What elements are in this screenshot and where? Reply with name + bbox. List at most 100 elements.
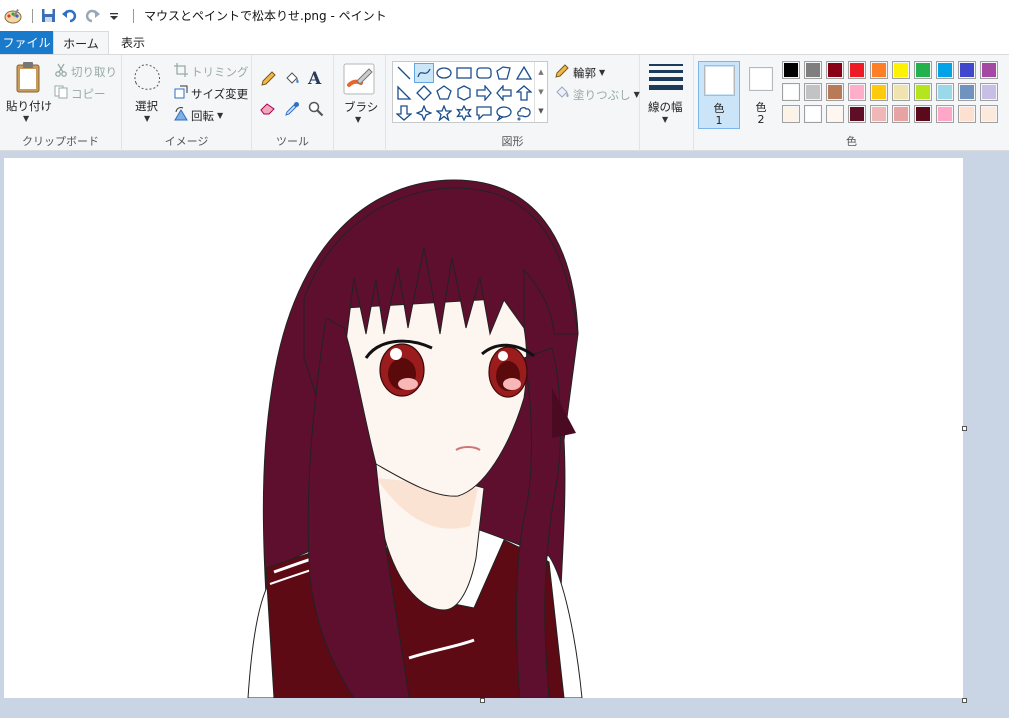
resize-button[interactable]: サイズ変更 (174, 85, 248, 102)
palette-swatch[interactable] (914, 105, 932, 123)
cut-button[interactable]: 切り取り (54, 63, 117, 80)
palette-swatch[interactable] (980, 105, 998, 123)
resize-label: サイズ変更 (191, 86, 249, 101)
paste-label[interactable]: 貼り付け (6, 98, 52, 114)
oval-shape[interactable] (434, 63, 454, 83)
line-width-dropdown-arrow[interactable]: ▼ (662, 115, 668, 124)
save-icon[interactable] (39, 7, 57, 25)
tab-file[interactable]: ファイル (0, 31, 53, 54)
resize-handle-corner[interactable] (962, 698, 967, 703)
select-button[interactable] (130, 61, 164, 96)
rotate-button[interactable]: 回転 ▼ (174, 107, 223, 124)
magnifier-tool[interactable] (308, 101, 324, 120)
palette-swatch[interactable] (804, 61, 822, 79)
down-arrow-shape[interactable] (394, 103, 414, 123)
palette-swatch[interactable] (892, 105, 910, 123)
palette-swatch[interactable] (826, 83, 844, 101)
rounded-rectangle-shape[interactable] (474, 63, 494, 83)
palette-swatch[interactable] (936, 83, 954, 101)
palette-swatch[interactable] (870, 61, 888, 79)
rotate-dropdown-arrow[interactable]: ▼ (217, 111, 223, 120)
drawing-canvas[interactable] (4, 158, 963, 698)
pencil-tool[interactable] (260, 71, 276, 90)
palette-swatch[interactable] (958, 61, 976, 79)
color1-selector[interactable]: 色 1 (698, 61, 740, 129)
diamond-shape[interactable] (414, 83, 434, 103)
triangle-shape[interactable] (514, 63, 534, 83)
palette-swatch[interactable] (914, 83, 932, 101)
crop-label: トリミング (191, 64, 249, 79)
palette-swatch[interactable] (958, 105, 976, 123)
tab-view[interactable]: 表示 (109, 31, 157, 54)
scroll-up-arrow[interactable]: ▲ (535, 62, 547, 82)
palette-swatch[interactable] (782, 105, 800, 123)
palette-swatch[interactable] (870, 83, 888, 101)
text-tool[interactable]: A (308, 69, 321, 89)
gallery-expand-arrow[interactable]: ▼ (535, 102, 547, 120)
palette-swatch[interactable] (914, 61, 932, 79)
palette-swatch[interactable] (804, 105, 822, 123)
shapes-scrollbar[interactable]: ▲ ▼ ▼ (534, 62, 547, 122)
brushes-label[interactable]: ブラシ (344, 99, 378, 115)
brushes-dropdown-arrow[interactable]: ▼ (355, 115, 361, 124)
paste-dropdown-arrow[interactable]: ▼ (23, 114, 29, 123)
palette-swatch[interactable] (782, 61, 800, 79)
six-point-star-shape[interactable] (454, 103, 474, 123)
palette-swatch[interactable] (958, 83, 976, 101)
line-width-icon (649, 64, 683, 90)
line-shape[interactable] (394, 63, 414, 83)
pentagon-shape[interactable] (434, 83, 454, 103)
line-width-label[interactable]: 線の幅 (648, 99, 683, 115)
palette-swatch[interactable] (936, 105, 954, 123)
four-point-star-shape[interactable] (414, 103, 434, 123)
crop-button[interactable]: トリミング (174, 63, 249, 80)
right-arrow-shape[interactable] (474, 83, 494, 103)
paint-app-icon[interactable] (4, 7, 22, 25)
tab-home[interactable]: ホーム (53, 31, 109, 54)
palette-swatch[interactable] (892, 61, 910, 79)
cloud-callout-shape[interactable] (514, 103, 534, 123)
scroll-down-arrow[interactable]: ▼ (535, 82, 547, 102)
palette-swatch[interactable] (848, 61, 866, 79)
up-arrow-shape[interactable] (514, 83, 534, 103)
palette-swatch[interactable] (782, 83, 800, 101)
outline-button[interactable]: 輪郭 ▼ (554, 63, 605, 82)
palette-swatch[interactable] (870, 105, 888, 123)
palette-swatch[interactable] (980, 61, 998, 79)
customize-quick-access-icon[interactable] (105, 7, 123, 25)
oval-callout-shape[interactable] (494, 103, 514, 123)
palette-swatch[interactable] (980, 83, 998, 101)
palette-swatch[interactable] (804, 83, 822, 101)
brushes-button[interactable] (343, 63, 375, 98)
rectangle-shape[interactable] (454, 63, 474, 83)
palette-swatch[interactable] (848, 105, 866, 123)
undo-icon[interactable] (61, 7, 79, 25)
fill-tool[interactable] (284, 71, 300, 90)
paste-button[interactable] (10, 61, 46, 96)
color2-selector[interactable]: 色 2 (746, 61, 776, 129)
pencil-icon (260, 71, 276, 90)
copy-button[interactable]: コピー (54, 85, 106, 102)
palette-swatch[interactable] (826, 61, 844, 79)
color-picker-tool[interactable] (284, 101, 300, 120)
palette-swatch[interactable] (936, 61, 954, 79)
polygon-shape[interactable] (494, 63, 514, 83)
resize-handle-bottom[interactable] (480, 698, 485, 703)
palette-swatch[interactable] (892, 83, 910, 101)
rectangular-callout-shape[interactable] (474, 103, 494, 123)
curve-shape[interactable] (414, 63, 434, 83)
outline-dropdown-arrow[interactable]: ▼ (599, 68, 605, 77)
five-point-star-shape[interactable] (434, 103, 454, 123)
select-label[interactable]: 選択 (135, 98, 158, 114)
fill-dropdown-arrow[interactable]: ▼ (634, 90, 640, 99)
eraser-tool[interactable] (260, 101, 276, 118)
right-triangle-shape[interactable] (394, 83, 414, 103)
left-arrow-shape[interactable] (494, 83, 514, 103)
palette-swatch[interactable] (826, 105, 844, 123)
redo-icon[interactable] (83, 7, 101, 25)
hexagon-shape[interactable] (454, 83, 474, 103)
palette-swatch[interactable] (848, 83, 866, 101)
resize-handle-right[interactable] (962, 426, 967, 431)
select-dropdown-arrow[interactable]: ▼ (144, 114, 150, 123)
fill-button[interactable]: 塗りつぶし ▼ (554, 85, 640, 104)
